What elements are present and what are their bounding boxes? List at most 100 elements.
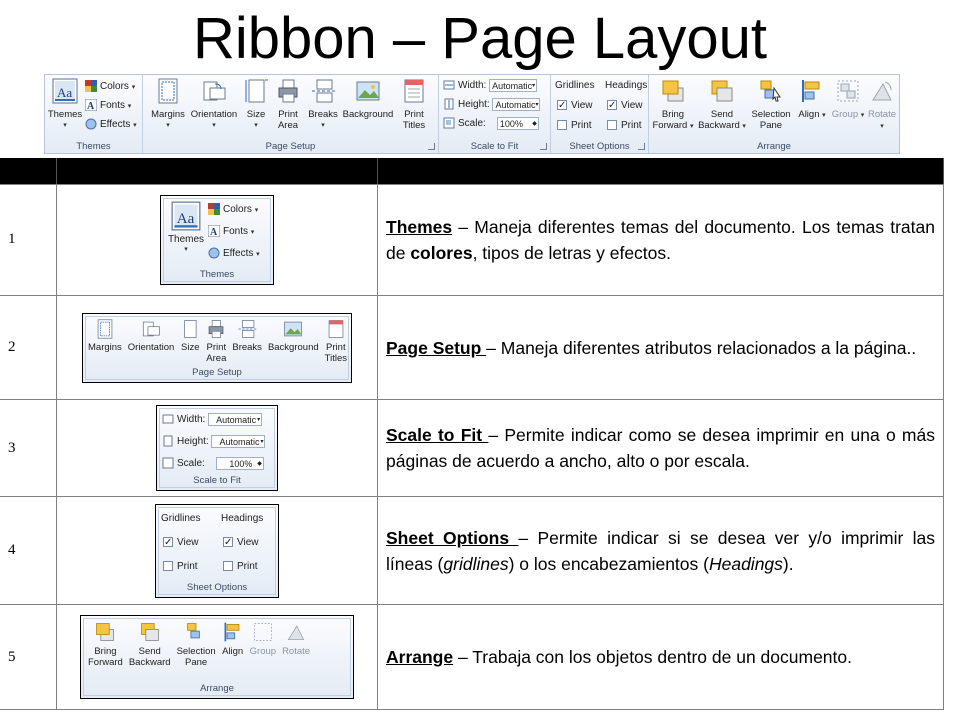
rotate-icon xyxy=(872,81,892,101)
ribbon-groups-table: 1 Aa Themes ▾ Colors ▾ A Fonts ▾ Effects … xyxy=(0,158,944,710)
send-backward-button[interactable]: Send Backward ▾ xyxy=(697,77,747,132)
print-titles-button[interactable]: Print Titles xyxy=(325,319,347,364)
gridlines-print-checkbox[interactable]: Print xyxy=(163,558,198,575)
svg-text:A: A xyxy=(87,101,95,111)
themes-button[interactable]: Aa Themes ▾ xyxy=(166,201,206,253)
headings-view-checkbox[interactable]: View xyxy=(223,534,259,551)
print-area-button[interactable]: Print Area xyxy=(206,319,226,364)
row-number: 2 xyxy=(0,295,57,401)
colors-button[interactable]: Colors ▾ xyxy=(85,78,135,95)
send-backward-button[interactable]: Send Backward xyxy=(129,621,171,668)
print-area-button[interactable]: Print Area xyxy=(271,77,305,131)
sheet-options-group: Gridlines Headings View View Print Print… xyxy=(551,75,649,153)
colors-button[interactable]: Colors ▾ xyxy=(208,201,258,218)
headings-view-checkbox[interactable]: View xyxy=(607,97,643,114)
fonts-icon: A xyxy=(85,99,97,112)
headings-print-checkbox[interactable]: Print xyxy=(223,558,258,575)
background-button[interactable]: Background xyxy=(341,77,395,120)
table-row: 5 Bring Forward Send Backward Selection Pan… xyxy=(0,604,944,710)
printer-icon xyxy=(209,319,224,338)
height-icon xyxy=(444,98,454,110)
arrange-group: Bring Forward ▾ Send Backward ▾ Selectio… xyxy=(649,75,899,153)
group-icon xyxy=(837,80,859,102)
size-button[interactable]: Size ▾ xyxy=(241,77,271,131)
group-button[interactable]: Group ▾ xyxy=(831,77,865,121)
themes-button[interactable]: Aa Themes ▾ xyxy=(47,77,83,131)
effects-button[interactable]: Effects ▾ xyxy=(208,245,260,262)
checkbox-checked-icon xyxy=(607,97,617,114)
scale-icon xyxy=(162,457,174,469)
rotate-button[interactable]: Rotate xyxy=(282,621,310,668)
group-icon xyxy=(253,623,272,642)
page-setup-thumbnail: Margins Orientation Size Print Area Break… xyxy=(56,295,378,401)
fonts-button[interactable]: A Fonts ▾ xyxy=(85,97,131,114)
chevron-down-icon: ▾ xyxy=(63,122,67,129)
height-combo[interactable]: Automatic ▾ xyxy=(211,434,266,448)
bring-forward-icon xyxy=(662,80,684,102)
arrange-group-label: Arrange xyxy=(757,141,791,152)
themes-group-label: Themes xyxy=(76,141,111,152)
scale-spinner[interactable]: 100% ◆ xyxy=(496,116,539,130)
selection-pane-button[interactable]: Selection Pane xyxy=(749,77,793,131)
scale-to-fit-group-label: Scale to Fit xyxy=(470,141,519,152)
table-header-row xyxy=(0,158,944,186)
send-backward-icon xyxy=(711,80,733,102)
height-row: Height: Automatic ▾ xyxy=(443,96,541,113)
page-size-icon xyxy=(184,319,197,338)
align-button[interactable]: Align xyxy=(222,621,244,668)
breaks-button[interactable]: Breaks xyxy=(232,319,262,364)
margins-icon xyxy=(158,78,178,104)
send-backward-icon xyxy=(140,623,159,642)
fonts-button[interactable]: A Fonts ▾ xyxy=(208,223,254,240)
margins-icon xyxy=(97,318,113,339)
background-image-icon xyxy=(356,81,380,101)
spinner-arrows-icon: ◆ xyxy=(532,120,537,127)
bring-forward-button[interactable]: Bring Forward xyxy=(88,621,123,668)
sheet-options-launcher-icon[interactable] xyxy=(638,143,645,150)
group-button[interactable]: Group xyxy=(250,621,276,668)
row-number: 5 xyxy=(0,604,57,710)
orientation-icon xyxy=(142,321,160,336)
scale-icon xyxy=(443,117,455,129)
gridlines-print-checkbox[interactable]: Print xyxy=(557,117,592,134)
sheet-options-mini-ribbon: Gridlines Headings View View Print Print… xyxy=(155,503,279,598)
page-setup-launcher-icon[interactable] xyxy=(428,143,435,150)
width-combo[interactable]: Automatic ▾ xyxy=(208,412,263,426)
size-button[interactable]: Size xyxy=(180,319,200,364)
page-setup-group: Margins ▾ Orientation ▾ Size ▾ Print Area B… xyxy=(143,75,439,153)
headings-print-checkbox[interactable]: Print xyxy=(607,117,642,134)
orientation-button[interactable]: Orientation xyxy=(128,319,174,364)
table-row: 3 Width: Automatic ▾ Height: Automatic ▾ S… xyxy=(0,399,944,497)
scale-to-fit-group: Width: Automatic ▾ Height: Automatic ▾ Sca… xyxy=(439,75,551,153)
sheet-options-group-label: Sheet Options xyxy=(569,141,630,152)
gridlines-view-checkbox[interactable]: View xyxy=(557,97,593,114)
height-icon xyxy=(163,435,173,447)
print-titles-button[interactable]: Print Titles xyxy=(397,77,431,131)
row-description: Themes – Maneja diferentes temas del doc… xyxy=(377,184,944,296)
width-combo[interactable]: Automatic ▾ xyxy=(489,78,538,92)
bring-forward-button[interactable]: Bring Forward ▾ xyxy=(651,77,695,132)
headings-header: Headings xyxy=(605,80,648,91)
rotate-button[interactable]: Rotate ▾ xyxy=(865,77,899,132)
row-description: Sheet Options – Permite indicar si se de… xyxy=(377,496,944,606)
row-number: 3 xyxy=(0,399,57,497)
height-combo[interactable]: Automatic ▾ xyxy=(492,97,541,111)
gridlines-view-checkbox[interactable]: View xyxy=(163,534,199,551)
align-button[interactable]: Align ▾ xyxy=(795,77,829,121)
themes-mini-ribbon: Aa Themes ▾ Colors ▾ A Fonts ▾ Effects ▾ … xyxy=(160,194,274,285)
scale-to-fit-launcher-icon[interactable] xyxy=(540,143,547,150)
effects-button[interactable]: Effects ▾ xyxy=(85,116,137,133)
background-button[interactable]: Background xyxy=(268,319,319,364)
orientation-button[interactable]: Orientation ▾ xyxy=(187,77,241,131)
scale-spinner[interactable]: 100% ◆ xyxy=(215,456,264,470)
effects-icon xyxy=(85,118,97,130)
margins-button[interactable]: Margins ▾ xyxy=(147,77,189,131)
bring-forward-icon xyxy=(96,623,115,642)
margins-button[interactable]: Margins xyxy=(88,318,122,364)
align-icon xyxy=(224,622,240,642)
background-image-icon xyxy=(284,321,303,336)
checkbox-unchecked-icon xyxy=(557,120,567,131)
breaks-button[interactable]: Breaks ▾ xyxy=(305,77,341,131)
selection-pane-button[interactable]: Selection Pane xyxy=(177,621,216,668)
orientation-icon xyxy=(203,81,226,101)
